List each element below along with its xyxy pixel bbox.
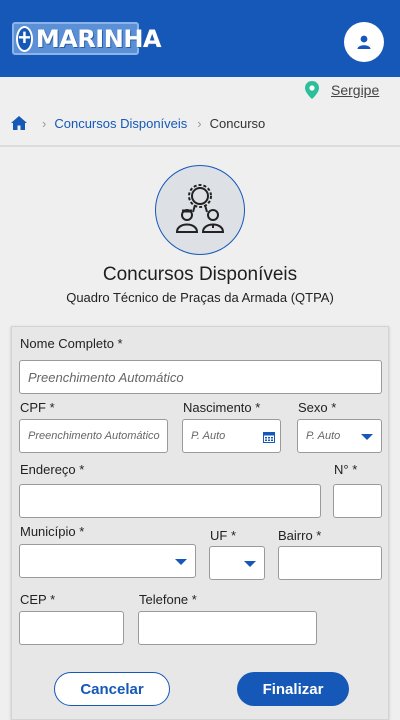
bairro-field[interactable] [278, 546, 382, 580]
uf-label: UF * [210, 528, 236, 543]
endereco-label: Endereço * [20, 462, 85, 477]
logo-text: MARINHA [35, 24, 162, 53]
page-title: Concursos Disponíveis [102, 264, 298, 285]
chevron-right-icon: › [42, 115, 47, 131]
caret-down-icon [244, 561, 256, 567]
app-header: + MARINHA [0, 0, 400, 77]
nascimento-field[interactable]: P. Auto [182, 419, 281, 453]
sexo-select[interactable]: P. Auto [297, 419, 382, 453]
user-icon [357, 35, 371, 49]
people-award-icon [175, 184, 225, 233]
cpf-field[interactable]: Preenchimento Automático [19, 419, 168, 453]
endereco-field[interactable] [19, 484, 321, 518]
telefone-field[interactable] [138, 611, 317, 645]
nascimento-placeholder: P. Auto [191, 430, 226, 442]
registration-form: Nome Completo * Preenchimento Automático… [11, 326, 389, 720]
cpf-label: CPF * [20, 400, 55, 415]
caret-down-icon [361, 434, 373, 440]
cep-field[interactable] [19, 611, 124, 645]
nascimento-label: Nascimento * [183, 400, 261, 415]
calendar-icon[interactable] [263, 431, 275, 443]
uf-select[interactable] [209, 546, 265, 580]
sexo-placeholder: P. Auto [306, 430, 341, 442]
numero-label: N° * [334, 462, 358, 477]
location-label[interactable]: Sergipe [331, 82, 379, 98]
breadcrumb: › Concursos Disponíveis › Concurso [0, 101, 400, 147]
numero-field[interactable] [333, 484, 382, 518]
bairro-label: Bairro * [278, 528, 322, 543]
cep-label: CEP * [20, 592, 56, 607]
breadcrumb-current: Concurso [209, 115, 266, 131]
telefone-label: Telefone * [139, 592, 197, 607]
municipio-select[interactable] [19, 544, 196, 578]
caret-down-icon [175, 559, 187, 565]
location-selector[interactable]: Sergipe [305, 81, 379, 99]
nome-field[interactable]: Preenchimento Automático [19, 360, 382, 394]
home-icon[interactable] [10, 115, 28, 131]
emblem [155, 165, 245, 255]
finish-button[interactable]: Finalizar [237, 672, 349, 706]
sexo-label: Sexo * [298, 400, 337, 415]
user-profile-button[interactable] [344, 22, 384, 62]
municipio-label: Município * [20, 524, 85, 539]
page-subtitle: Quadro Técnico de Praças da Armada (QTPA… [66, 290, 334, 305]
cancel-button[interactable]: Cancelar [54, 672, 170, 706]
breadcrumb-link-concursos[interactable]: Concursos Disponíveis [54, 116, 187, 131]
nome-label: Nome Completo * [20, 336, 123, 351]
plus-icon: + [16, 24, 33, 52]
marinha-logo[interactable]: + MARINHA [12, 22, 161, 55]
chevron-right-icon: › [197, 115, 202, 131]
map-pin-icon [305, 81, 319, 99]
